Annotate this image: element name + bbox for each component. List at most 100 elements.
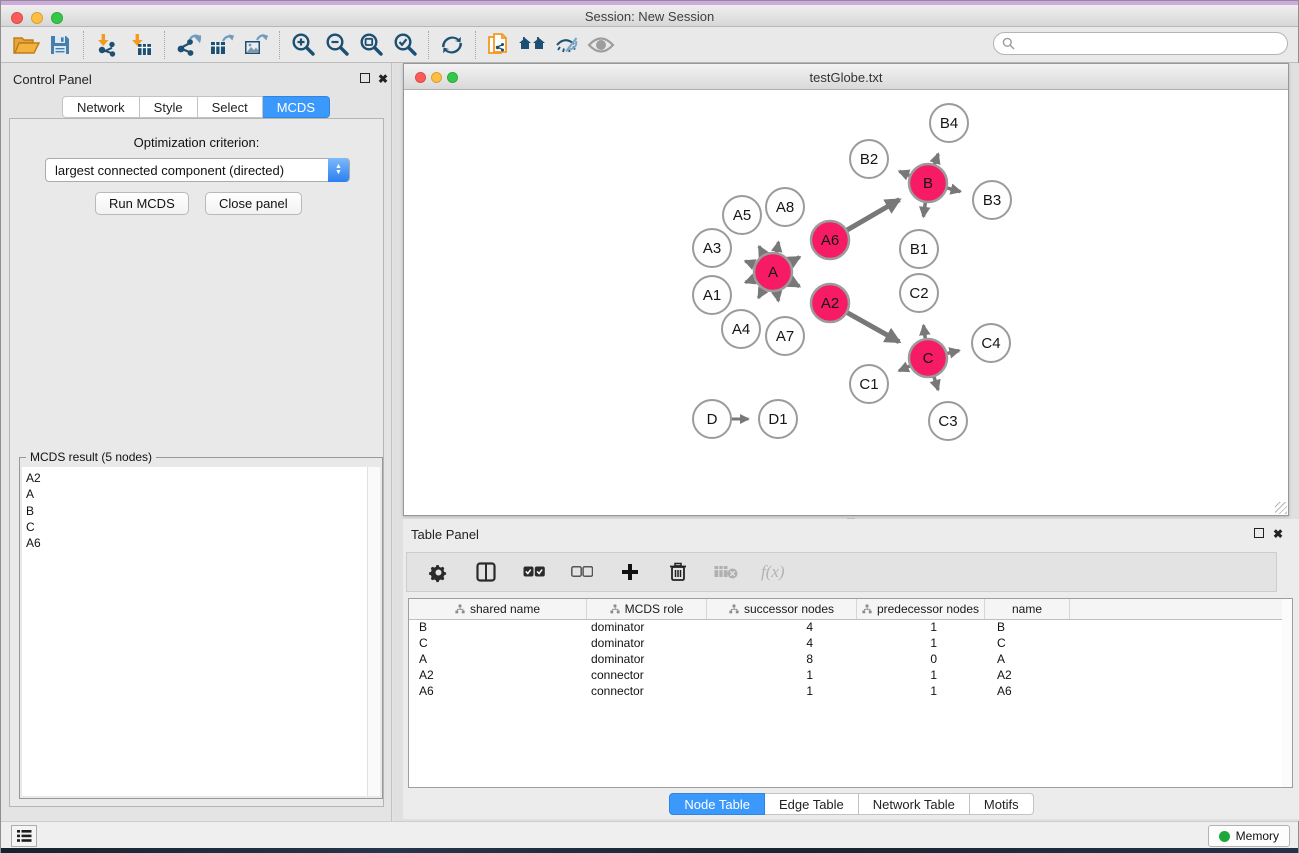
graph-node-D[interactable]: D xyxy=(693,400,731,438)
duplicate-network-icon[interactable] xyxy=(482,30,516,60)
table-cell: 4 xyxy=(707,620,857,636)
mcds-result-item[interactable]: A2 xyxy=(26,470,367,486)
network-window-titlebar[interactable]: testGlobe.txt xyxy=(404,64,1288,90)
graph-node-B2[interactable]: B2 xyxy=(850,140,888,178)
graph-node-A4[interactable]: A4 xyxy=(722,310,760,348)
toolbar-separator xyxy=(164,31,165,59)
log-console-button[interactable] xyxy=(11,825,37,847)
run-mcds-button[interactable]: Run MCDS xyxy=(95,192,189,215)
add-column-icon[interactable] xyxy=(617,559,643,585)
table-row[interactable]: A2connector11A2 xyxy=(409,668,1282,684)
mcds-result-item[interactable]: C xyxy=(26,519,367,535)
app-titlebar[interactable]: Session: New Session xyxy=(1,5,1298,27)
export-network-icon[interactable] xyxy=(171,30,205,60)
table-cell: 1 xyxy=(857,620,985,636)
mcds-result-item[interactable]: A xyxy=(26,486,367,502)
status-bar: Memory xyxy=(1,821,1298,848)
zoom-out-icon[interactable] xyxy=(320,30,354,60)
zoom-in-icon[interactable] xyxy=(286,30,320,60)
graph-node-C2[interactable]: C2 xyxy=(900,274,938,312)
memory-button[interactable]: Memory xyxy=(1208,825,1290,847)
table-row[interactable]: Bdominator41B xyxy=(409,620,1282,636)
table-row[interactable]: Adominator80A xyxy=(409,652,1282,668)
network-graph[interactable]: B4 B2 B B3 A8A5 A6 A3 B1 A C2 A1 A2 A4A7 C4 C C1 C3 D D1 xyxy=(404,90,1288,515)
column-header-shared-name[interactable]: shared name xyxy=(409,599,587,619)
mcds-result-item[interactable]: A6 xyxy=(26,535,367,551)
graph-node-C[interactable]: C xyxy=(909,339,947,377)
graph-node-A7[interactable]: A7 xyxy=(766,317,804,355)
graph-node-C1[interactable]: C1 xyxy=(850,365,888,403)
select-all-rows-icon[interactable] xyxy=(521,559,547,585)
column-header-MCDS-role[interactable]: MCDS role xyxy=(587,599,707,619)
tab-edge-table[interactable]: Edge Table xyxy=(765,793,859,815)
import-network-icon[interactable] xyxy=(90,30,124,60)
graph-node-C3[interactable]: C3 xyxy=(929,402,967,440)
graph-node-B1[interactable]: B1 xyxy=(900,230,938,268)
column-header-name[interactable]: name xyxy=(985,599,1070,619)
show-panel-icon[interactable] xyxy=(584,30,618,60)
tab-select[interactable]: Select xyxy=(198,96,263,118)
tab-motifs[interactable]: Motifs xyxy=(970,793,1034,815)
mcds-result-scrollbar[interactable] xyxy=(368,467,380,796)
toolbar-separator xyxy=(279,31,280,59)
mcds-result-item[interactable]: B xyxy=(26,503,367,519)
app-title: Session: New Session xyxy=(1,9,1298,24)
graph-node-A2[interactable]: A2 xyxy=(811,284,849,322)
column-header-predecessor-nodes[interactable]: predecessor nodes xyxy=(857,599,985,619)
graph-node-B[interactable]: B xyxy=(909,164,947,202)
svg-text:A: A xyxy=(768,264,778,281)
graph-node-A1[interactable]: A1 xyxy=(693,276,731,314)
delete-column-icon[interactable] xyxy=(665,559,691,585)
edge-A6-B[interactable] xyxy=(845,200,900,232)
import-table-icon[interactable] xyxy=(124,30,158,60)
tab-node-table[interactable]: Node Table xyxy=(669,793,765,815)
graph-node-C4[interactable]: C4 xyxy=(972,324,1010,362)
zoom-fit-icon[interactable] xyxy=(354,30,388,60)
tab-network-table[interactable]: Network Table xyxy=(859,793,970,815)
hide-panel-icon[interactable] xyxy=(550,30,584,60)
open-session-icon[interactable] xyxy=(9,30,43,60)
table-float-panel-icon[interactable] xyxy=(1254,527,1264,541)
graph-node-A[interactable]: A xyxy=(754,253,792,291)
deselect-all-rows-icon[interactable] xyxy=(569,559,595,585)
table-close-panel-icon[interactable]: ✖ xyxy=(1273,527,1283,541)
close-panel-button[interactable]: Close panel xyxy=(205,192,302,215)
gear-icon[interactable] xyxy=(425,559,451,585)
save-session-icon[interactable] xyxy=(43,30,77,60)
optimization-dropdown-value: largest connected component (directed) xyxy=(55,163,284,178)
table-scrollbar[interactable] xyxy=(1282,598,1293,788)
graph-node-A8[interactable]: A8 xyxy=(766,188,804,226)
column-header-successor-nodes[interactable]: successor nodes xyxy=(707,599,857,619)
delete-table-icon[interactable] xyxy=(713,559,739,585)
optimization-dropdown[interactable]: largest connected component (directed) ▲… xyxy=(45,158,350,182)
graph-node-D1[interactable]: D1 xyxy=(759,400,797,438)
graph-node-A3[interactable]: A3 xyxy=(693,229,731,267)
search-input[interactable] xyxy=(993,32,1288,55)
table-cell: A6 xyxy=(985,684,1070,700)
graph-node-A6[interactable]: A6 xyxy=(811,221,849,259)
graph-node-B3[interactable]: B3 xyxy=(973,181,1011,219)
tab-style[interactable]: Style xyxy=(140,96,198,118)
table-row[interactable]: A6connector11A6 xyxy=(409,684,1282,700)
export-table-icon[interactable] xyxy=(205,30,239,60)
tab-network[interactable]: Network xyxy=(62,96,140,118)
table-row[interactable]: Cdominator41C xyxy=(409,636,1282,652)
graph-node-A5[interactable]: A5 xyxy=(723,196,761,234)
edge-A2-C[interactable] xyxy=(845,311,899,342)
tab-mcds[interactable]: MCDS xyxy=(263,96,330,118)
mcds-result-list[interactable]: A2ABCA6 xyxy=(22,467,368,796)
show-all-networks-icon[interactable] xyxy=(516,30,550,60)
graph-node-B4[interactable]: B4 xyxy=(930,104,968,142)
zoom-selected-icon[interactable] xyxy=(388,30,422,60)
export-image-icon[interactable] xyxy=(239,30,273,60)
close-panel-icon[interactable]: ✖ xyxy=(378,72,388,86)
float-panel-icon[interactable] xyxy=(360,72,370,86)
network-canvas[interactable]: B4 B2 B B3 A8A5 A6 A3 B1 A C2 A1 A2 A4A7 C4 C C1 C3 D D1 xyxy=(404,90,1288,515)
network-view-window[interactable]: testGlobe.txt B4 B2 B B3 A8A5 A6 A3 B1 A C2 A1 A2 A4… xyxy=(403,63,1289,516)
mcds-tab-content: Optimization criterion: largest connecte… xyxy=(9,118,384,807)
resize-grip-icon[interactable] xyxy=(1275,502,1287,514)
function-builder-icon[interactable]: f(x) xyxy=(761,562,785,582)
node-table[interactable]: shared nameMCDS rolesuccessor nodesprede… xyxy=(408,598,1283,788)
split-columns-icon[interactable] xyxy=(473,559,499,585)
apply-layout-icon[interactable] xyxy=(435,30,469,60)
